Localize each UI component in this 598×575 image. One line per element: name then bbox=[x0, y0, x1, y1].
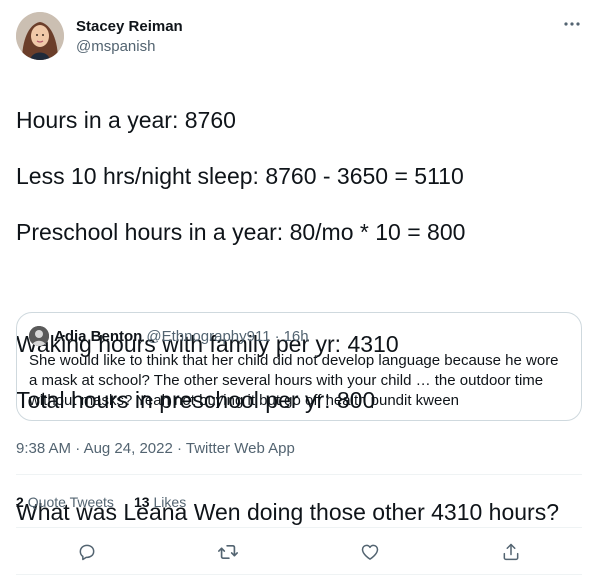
tweet: Stacey Reiman @mspanish Hours in a year:… bbox=[0, 0, 598, 575]
separator-dot: · bbox=[176, 440, 182, 457]
tweet-actions bbox=[16, 540, 582, 564]
author-avatar[interactable] bbox=[16, 12, 64, 60]
separator-dot: · bbox=[75, 440, 81, 457]
tweet-header: Stacey Reiman @mspanish bbox=[16, 12, 582, 62]
tweet-stats: 2 Quote Tweets 13 Likes bbox=[16, 492, 206, 512]
quoted-tweet[interactable]: Adia Benton @Ethnography911 · 16h She wo… bbox=[16, 312, 582, 421]
share-icon[interactable] bbox=[499, 540, 523, 564]
tweet-date[interactable]: Aug 24, 2022 bbox=[84, 440, 173, 457]
retweet-icon[interactable] bbox=[216, 540, 240, 564]
likes-label: Likes bbox=[153, 494, 187, 510]
likes-stat[interactable]: 13 Likes bbox=[134, 492, 186, 512]
divider bbox=[16, 474, 582, 475]
tweet-time[interactable]: 9:38 AM bbox=[16, 440, 71, 457]
author-names: Stacey Reiman @mspanish bbox=[76, 17, 183, 57]
tweet-text-line: Hours in a year: 8760 bbox=[16, 107, 236, 133]
author-display-name[interactable]: Stacey Reiman bbox=[76, 17, 183, 37]
quoted-author-avatar[interactable] bbox=[29, 326, 49, 346]
quoted-tweet-text: She would like to think that her child d… bbox=[29, 352, 559, 409]
tweet-text-line: Less 10 hrs/night sleep: 8760 - 3650 = 5… bbox=[16, 163, 464, 189]
separator-dot: · bbox=[274, 327, 280, 345]
tweet-client[interactable]: Twitter Web App bbox=[186, 440, 295, 457]
quoted-tweet-time[interactable]: 16h bbox=[284, 328, 309, 345]
divider bbox=[16, 527, 582, 528]
quoted-tweet-header: Adia Benton @Ethnography911 · 16h bbox=[29, 326, 309, 346]
like-icon[interactable] bbox=[358, 540, 382, 564]
quoted-author-handle[interactable]: @Ethnography911 bbox=[146, 328, 270, 345]
quote-tweets-stat[interactable]: 2 Quote Tweets bbox=[16, 492, 114, 512]
tweet-text-line bbox=[16, 274, 582, 302]
author-handle[interactable]: @mspanish bbox=[76, 37, 183, 57]
quote-tweets-count: 2 bbox=[16, 494, 24, 510]
quoted-author-display-name[interactable]: Adia Benton bbox=[54, 328, 142, 345]
more-horizontal-icon[interactable] bbox=[562, 14, 582, 34]
likes-count: 13 bbox=[133, 494, 150, 510]
quote-tweets-label: Quote Tweets bbox=[27, 494, 114, 510]
tweet-metadata: 9:38 AM · Aug 24, 2022 · Twitter Web App bbox=[16, 439, 295, 459]
tweet-text-line: Preschool hours in a year: 80/mo * 10 = … bbox=[16, 219, 466, 245]
reply-icon[interactable] bbox=[75, 540, 99, 564]
